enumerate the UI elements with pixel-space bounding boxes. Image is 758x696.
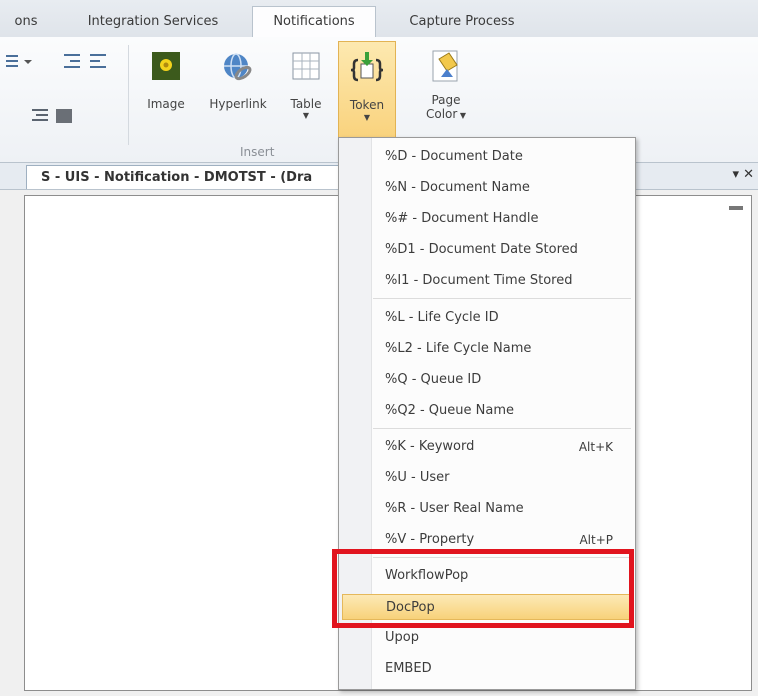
tab-capture-process[interactable]: Capture Process [394, 8, 530, 36]
image-label: Image [147, 97, 185, 111]
menu-item-document-date[interactable]: %D - Document Date [385, 144, 625, 170]
chevron-down-icon: ▼ [363, 113, 371, 122]
hyperlink-label: Hyperlink [209, 97, 267, 111]
menu-item-label: %D1 - Document Date Stored [385, 242, 578, 257]
increase-indent-icon[interactable] [88, 51, 108, 71]
menu-item-queue-name[interactable]: %Q2 - Queue Name [385, 398, 625, 424]
table-label: Table [290, 97, 322, 111]
menu-item-label: %R - User Real Name [385, 501, 524, 516]
menu-item-label: %K - Keyword [385, 439, 475, 454]
page-color-label-line1: Page [431, 93, 461, 107]
token-label: Token [349, 98, 385, 112]
table-button[interactable]: Table ▼ [284, 51, 328, 121]
tab-integration-services[interactable]: Integration Services [68, 8, 238, 36]
menu-item-label: %I1 - Document Time Stored [385, 273, 573, 288]
ribbon-tab-bar: ons Integration Services Notifications C… [0, 0, 758, 38]
menu-item-label: %L2 - Life Cycle Name [385, 341, 532, 356]
chevron-down-icon: ▼ [302, 111, 310, 120]
menu-item-queue-id[interactable]: %Q - Queue ID [385, 367, 625, 393]
globe-link-icon [221, 51, 255, 83]
menu-item-label: %V - Property [385, 532, 475, 547]
menu-item-document-name[interactable]: %N - Document Name [385, 175, 625, 201]
window-controls[interactable]: ▾ ✕ [732, 167, 754, 182]
menu-item-user-real-name[interactable]: %R - User Real Name [385, 496, 625, 522]
menu-item-life-cycle-id[interactable]: %L - Life Cycle ID [385, 305, 625, 331]
decrease-indent-icon[interactable] [62, 51, 82, 71]
menu-item-keyword[interactable]: %K - Keyword Alt+K [385, 434, 625, 460]
page-color-label-line2-wrap: Color ▼ [414, 107, 478, 123]
menu-separator [373, 298, 631, 299]
align-right-icon[interactable] [30, 107, 50, 125]
paint-bucket-icon [429, 49, 463, 85]
page-color-label-line2: Color [425, 107, 458, 121]
justify-icon[interactable] [54, 107, 74, 125]
menu-item-label: %# - Document Handle [385, 211, 539, 226]
chevron-down-icon: ▼ [457, 111, 467, 120]
menu-item-label: %D - Document Date [385, 149, 523, 164]
menu-item-label: %Q - Queue ID [385, 372, 482, 387]
tab-options[interactable]: ons [6, 8, 46, 36]
menu-item-life-cycle-name[interactable]: %L2 - Life Cycle Name [385, 336, 625, 362]
menu-item-label: EMBED [385, 661, 432, 676]
menu-item-document-time-stored[interactable]: %I1 - Document Time Stored [385, 268, 625, 294]
menu-separator [373, 428, 631, 429]
token-icon [350, 50, 384, 86]
menu-item-shortcut: Alt+K [578, 440, 613, 454]
bullets-icon[interactable] [4, 53, 38, 69]
image-button[interactable]: Image [140, 51, 192, 111]
menu-item-label: %U - User [385, 470, 450, 485]
document-tab[interactable]: S - UIS - Notification - DMOTST - (Dra [26, 165, 351, 189]
menu-item-embed[interactable]: EMBED [385, 656, 625, 682]
insert-group-label: Insert [240, 145, 275, 159]
menu-item-user[interactable]: %U - User [385, 465, 625, 491]
ruler-marker [729, 206, 743, 210]
page-color-button[interactable]: Page Color ▼ [414, 49, 478, 123]
token-button[interactable]: Token ▼ [338, 41, 396, 141]
image-icon [151, 51, 181, 81]
hyperlink-button[interactable]: Hyperlink [202, 51, 274, 111]
menu-item-document-handle[interactable]: %# - Document Handle [385, 206, 625, 232]
menu-item-document-date-stored[interactable]: %D1 - Document Date Stored [385, 237, 625, 263]
menu-item-label: Upop [385, 630, 419, 645]
menu-item-label: %L - Life Cycle ID [385, 310, 499, 325]
menu-item-upop[interactable]: Upop [385, 625, 625, 651]
tab-notifications[interactable]: Notifications [252, 6, 376, 38]
highlight-annotation-box [332, 549, 634, 628]
menu-item-label: %N - Document Name [385, 180, 530, 195]
menu-item-label: %Q2 - Queue Name [385, 403, 515, 418]
table-icon [291, 51, 321, 81]
group-separator [128, 45, 129, 145]
